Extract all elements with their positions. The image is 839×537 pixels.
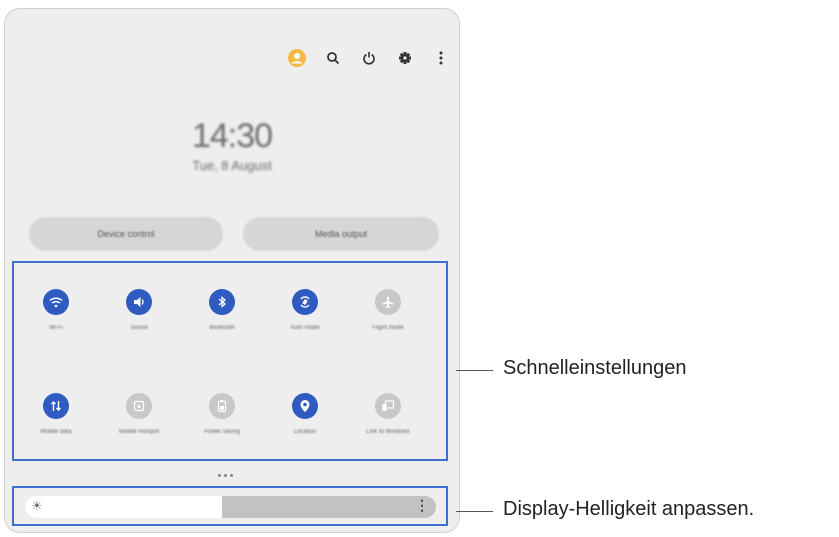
top-toolbar [288,49,450,67]
volume-icon [126,289,152,315]
power-icon[interactable] [360,49,378,67]
quick-settings-grid: Wi-Fi Sound Bluetooth Auto rotate Flight… [12,261,448,461]
tile-auto-rotate[interactable]: Auto rotate [273,289,337,332]
tile-label: Auto rotate [290,325,320,331]
auto-rotate-icon [292,289,318,315]
tile-flight-mode[interactable]: Flight mode [356,289,420,332]
brightness-control: ☀ ⋮ [12,486,448,526]
tile-mobile-hotspot[interactable]: Mobile Hotspot [107,393,171,436]
wifi-icon [43,289,69,315]
sun-icon: ☀ [31,498,43,513]
callout-line-quick-settings [456,370,493,371]
tile-power-saving[interactable]: Power saving [190,393,254,436]
brightness-more-icon[interactable]: ⋮ [415,497,429,514]
tile-wifi[interactable]: Wi-Fi [24,289,88,332]
clock-time: 14:30 [191,117,273,155]
tile-label: Wi-Fi [49,325,63,331]
tile-label: Mobile Hotspot [118,429,160,435]
tile-location[interactable]: Location [273,393,337,436]
page-indicator [218,474,233,477]
tile-label: Sound [130,325,148,331]
tile-bluetooth[interactable]: Bluetooth [190,289,254,332]
search-icon[interactable] [324,49,342,67]
callout-quick-settings: Schnelleinstellungen [503,357,687,379]
lock-clock: 14:30 Tue, 8 August [5,117,459,173]
data-arrows-icon [43,393,69,419]
device-control-button[interactable]: Device control [29,217,223,251]
gear-icon[interactable] [396,49,414,67]
bluetooth-icon [209,289,235,315]
avatar-icon[interactable] [288,49,306,67]
airplane-icon [375,289,401,315]
battery-icon [209,393,235,419]
tile-label: Mobile data [40,429,72,435]
hotspot-icon [126,393,152,419]
more-vertical-icon[interactable] [432,49,450,67]
tile-label: Bluetooth [209,325,235,331]
tile-label: Location [293,429,317,435]
clock-date: Tue, 8 August [192,158,272,173]
tile-mobile-data[interactable]: Mobile data [24,393,88,436]
brightness-slider[interactable]: ☀ ⋮ [25,496,436,518]
tile-label: Link to Windows [366,429,410,435]
tile-link-windows[interactable]: Link to Windows [356,393,420,436]
location-pin-icon [292,393,318,419]
media-output-button[interactable]: Media output [243,217,439,251]
tile-sound[interactable]: Sound [107,289,171,332]
tile-label: Flight mode [372,325,404,331]
callout-line-brightness [456,511,493,512]
callout-brightness: Display-Helligkeit anpassen. [503,498,755,520]
link-windows-icon [375,393,401,419]
tile-label: Power saving [203,429,241,435]
brightness-fill [25,496,223,518]
